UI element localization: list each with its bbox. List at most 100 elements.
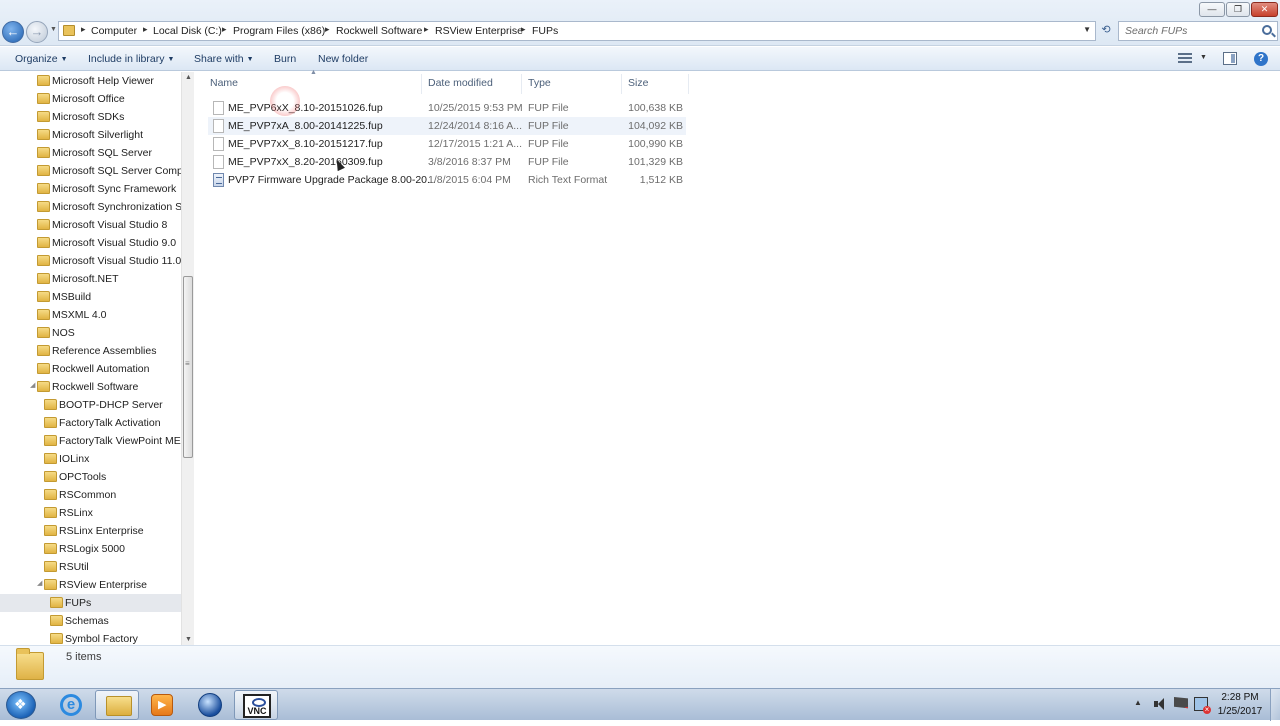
action-center-flag-icon[interactable] — [1174, 697, 1188, 709]
column-divider[interactable] — [421, 74, 422, 94]
view-options-dropdown[interactable]: ▼ — [1200, 54, 1207, 61]
nav-item[interactable]: IOLinx — [0, 450, 181, 468]
refresh-button[interactable]: ⟲ — [1098, 23, 1114, 39]
column-divider[interactable] — [688, 74, 689, 94]
taskbar-internet-explorer[interactable]: e — [48, 690, 92, 720]
nav-item[interactable]: RSUtil — [0, 558, 181, 576]
nav-item[interactable]: Microsoft Visual Studio 9.0 — [0, 234, 181, 252]
change-view-icon[interactable] — [1178, 53, 1192, 64]
maximize-button[interactable]: ❐ — [1226, 2, 1250, 17]
nav-item[interactable]: ◢ RSView Enterprise — [0, 576, 181, 594]
nav-item-label: RSCommon — [59, 489, 117, 501]
breadcrumb-program-files[interactable]: Program Files (x86) — [233, 25, 325, 37]
address-box[interactable]: ▸ Computer ▸ Local Disk (C:) ▸ Program F… — [58, 21, 1096, 41]
nav-item[interactable]: FUPs — [0, 594, 181, 612]
nav-item[interactable]: Microsoft Sync Framework — [0, 180, 181, 198]
nav-item[interactable]: Microsoft Visual Studio 8 — [0, 216, 181, 234]
organize-button[interactable]: Organize ▼ — [15, 53, 68, 65]
scroll-down-arrow-icon[interactable]: ▼ — [185, 636, 192, 643]
recent-pages-dropdown[interactable]: ▼ — [50, 26, 57, 33]
collapse-arrow-icon[interactable]: ◢ — [37, 579, 42, 587]
breadcrumb-fups[interactable]: FUPs — [532, 25, 558, 37]
share-with-button[interactable]: Share with ▼ — [194, 53, 254, 65]
forward-button[interactable]: → — [26, 21, 48, 43]
nav-item[interactable]: Microsoft Synchronization Se — [0, 198, 181, 216]
file-row[interactable]: ME_PVP7xX_8.10-20151217.fup 12/17/2015 1:… — [208, 135, 686, 153]
file-list[interactable]: Name ▲ Date modified Type Size ME_PVP6xX… — [196, 69, 1280, 645]
nav-item-label: Microsoft Visual Studio 9.0 — [52, 237, 177, 249]
preview-pane-icon[interactable] — [1223, 52, 1237, 65]
breadcrumb-separator-icon[interactable]: ▸ — [325, 24, 330, 35]
address-history-dropdown[interactable]: ▼ — [1083, 25, 1091, 34]
show-desktop-button[interactable] — [1270, 689, 1280, 721]
show-hidden-icons-button[interactable]: ▲ — [1134, 698, 1142, 707]
nav-item[interactable]: NOS — [0, 324, 181, 342]
minimize-button[interactable]: — — [1199, 2, 1225, 17]
nav-item[interactable]: MSXML 4.0 — [0, 306, 181, 324]
nav-item[interactable]: Microsoft.NET — [0, 270, 181, 288]
speaker-icon[interactable] — [1153, 697, 1167, 711]
nav-item[interactable]: Microsoft Help Viewer — [0, 72, 181, 90]
nav-item[interactable]: Rockwell Automation — [0, 360, 181, 378]
file-date-modified: 1/8/2015 6:04 PM — [428, 174, 511, 186]
new-folder-button[interactable]: New folder — [318, 53, 368, 65]
nav-item[interactable]: ◢ Rockwell Software — [0, 378, 181, 396]
breadcrumb-computer[interactable]: Computer — [91, 25, 137, 37]
nav-item[interactable]: Microsoft Silverlight — [0, 126, 181, 144]
taskbar-blue-globe-app[interactable] — [187, 690, 231, 720]
column-header-date-modified[interactable]: Date modified — [428, 77, 493, 97]
taskbar-windows-explorer[interactable] — [95, 690, 139, 720]
navigation-scrollbar[interactable]: ▲ ▼ — [181, 72, 194, 645]
help-icon[interactable]: ? — [1254, 52, 1268, 66]
scrollbar-thumb[interactable] — [183, 276, 193, 458]
breadcrumb-rockwell-software[interactable]: Rockwell Software — [336, 25, 422, 37]
search-input[interactable]: Search FUPs — [1118, 21, 1278, 41]
nav-item[interactable]: RSLinx Enterprise — [0, 522, 181, 540]
nav-item[interactable]: RSLinx — [0, 504, 181, 522]
rtf-document-icon — [213, 173, 224, 187]
file-row[interactable]: ME_PVP7xX_8.20-20160309.fup 3/8/2016 8:37… — [208, 153, 686, 171]
nav-item[interactable]: MSBuild — [0, 288, 181, 306]
breadcrumb-separator-icon[interactable]: ▸ — [424, 24, 429, 35]
burn-button[interactable]: Burn — [274, 53, 296, 65]
close-button[interactable]: ✕ — [1251, 2, 1278, 17]
nav-item[interactable]: Schemas — [0, 612, 181, 630]
start-button[interactable] — [6, 691, 36, 719]
nav-item[interactable]: RSCommon — [0, 486, 181, 504]
network-icon[interactable] — [1194, 697, 1211, 714]
breadcrumb-separator-icon[interactable]: ▸ — [143, 24, 148, 35]
column-divider[interactable] — [621, 74, 622, 94]
column-header-size[interactable]: Size — [628, 77, 648, 97]
taskbar-media-player[interactable] — [139, 690, 183, 720]
nav-item[interactable]: FactoryTalk ViewPoint ME — [0, 432, 181, 450]
nav-item[interactable]: Microsoft SQL Server — [0, 144, 181, 162]
breadcrumb-separator-icon[interactable]: ▸ — [521, 24, 526, 35]
nav-item[interactable]: Microsoft SDKs — [0, 108, 181, 126]
file-row[interactable]: ME_PVP7xA_8.00-20141225.fup 12/24/2014 8:… — [208, 117, 686, 135]
nav-item[interactable]: BOOTP-DHCP Server — [0, 396, 181, 414]
breadcrumb-separator-icon[interactable]: ▸ — [222, 24, 227, 35]
breadcrumb-separator-icon[interactable]: ▸ — [81, 24, 86, 35]
nav-item[interactable]: Microsoft SQL Server Compa — [0, 162, 181, 180]
column-divider[interactable] — [521, 74, 522, 94]
nav-item[interactable]: OPCTools — [0, 468, 181, 486]
clock-date[interactable]: 1/25/2017 — [1216, 706, 1264, 717]
column-header-type[interactable]: Type — [528, 77, 551, 97]
search-icon[interactable] — [1262, 25, 1272, 35]
nav-item[interactable]: Microsoft Office — [0, 90, 181, 108]
back-button[interactable]: ← — [2, 21, 24, 43]
column-header-name[interactable]: Name — [210, 77, 238, 97]
nav-item[interactable]: RSLogix 5000 — [0, 540, 181, 558]
collapse-arrow-icon[interactable]: ◢ — [30, 381, 35, 389]
scroll-up-arrow-icon[interactable]: ▲ — [185, 74, 192, 81]
nav-item[interactable]: Reference Assemblies — [0, 342, 181, 360]
include-in-library-button[interactable]: Include in library ▼ — [88, 53, 174, 65]
file-row[interactable]: PVP7 Firmware Upgrade Package 8.00-20...… — [208, 171, 686, 189]
nav-item[interactable]: Microsoft Visual Studio 11.0 — [0, 252, 181, 270]
taskbar-vnc[interactable]: VNC — [234, 690, 278, 720]
breadcrumb-rsview-enterprise[interactable]: RSView Enterprise — [435, 25, 523, 37]
breadcrumb-local-disk[interactable]: Local Disk (C:) — [153, 25, 222, 37]
clock-time[interactable]: 2:28 PM — [1216, 692, 1264, 703]
navigation-pane[interactable]: Microsoft Help Viewer Microsoft Office Mic… — [0, 72, 194, 645]
nav-item[interactable]: FactoryTalk Activation — [0, 414, 181, 432]
